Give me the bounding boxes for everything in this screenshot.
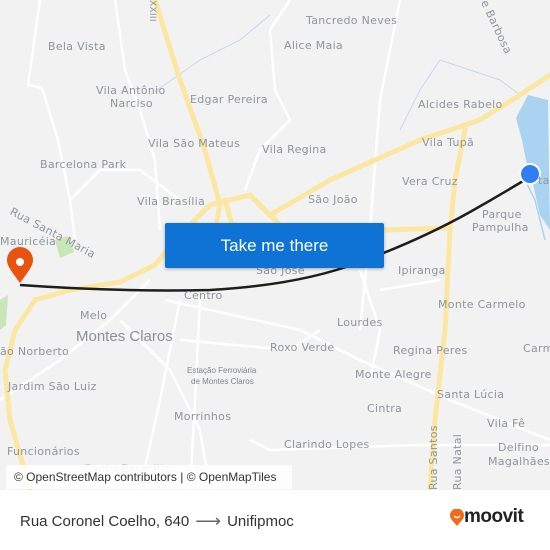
map-label-bela-vista: Bela Vista: [48, 40, 106, 53]
map-label-tancredo-neves: Tancredo Neves: [306, 14, 398, 27]
moovit-logo: moovit: [450, 506, 524, 528]
map-label-sao-joao: São João: [308, 193, 358, 206]
map-label-melo: Melo: [80, 309, 108, 322]
map-label-barcelona-park: Barcelona Park: [40, 158, 127, 171]
stream: [149, 14, 271, 96]
map-label-centro: Centro: [184, 289, 223, 302]
poi-station-line2: de Montes Claros: [191, 377, 254, 386]
map-label-vila-antonio: Vila Antônio: [96, 84, 166, 97]
map-label-santa-lucia: Santa Lúcia: [437, 388, 505, 401]
park: [0, 295, 8, 330]
map-label-roxo-verde: Roxo Verde: [270, 341, 335, 354]
stream: [399, 59, 521, 131]
map-label-vera-cruz: Vera Cruz: [402, 175, 458, 188]
map-label-sao-norberto: ão Norberto: [0, 345, 70, 358]
map-label-lourdes: Lourdes: [337, 316, 383, 329]
map-label-vila-regina: Vila Regina: [262, 143, 327, 156]
take-me-there-button[interactable]: Take me there: [165, 223, 384, 268]
map-label-vila-tupa: Vila Tupã: [422, 136, 475, 149]
map-label-city: Montes Claros: [76, 328, 173, 345]
destination-pin-icon[interactable]: [7, 247, 33, 283]
map-label-vila-sao-mateus: Vila São Mateus: [148, 137, 241, 150]
map-label-vila-brasilia: Vila Brasília: [137, 195, 205, 208]
origin-name: Rua Coronel Coelho, 640: [20, 513, 190, 530]
map-label-alcides-rabelo: Alcides Rabelo: [418, 98, 503, 111]
map-label-regina-peres: Regina Peres: [393, 344, 468, 357]
map-label-carm: Carm: [523, 342, 550, 355]
map-label-ta: ta: [538, 174, 550, 187]
map-label-narciso: Narciso: [110, 97, 153, 110]
attribution-text[interactable]: © OpenStreetMap contributors | © OpenMap…: [14, 470, 276, 484]
map-label-morrinhos: Morrinhos: [174, 410, 232, 423]
map-label-funcionarios: Funcionários: [7, 445, 80, 458]
map-label-pampulha: Pampulha: [472, 221, 529, 234]
map-label-cintra: Cintra: [367, 402, 403, 415]
map-label-ipiranga: Ipiranga: [398, 264, 446, 277]
street-label-rua-santos: Rua Santos: [427, 425, 440, 490]
map-label-delfino: Delfino: [498, 441, 540, 454]
poi-station-line1: Estação Ferroviária: [187, 366, 257, 375]
map-label-monte-carmelo: Monte Carmelo: [438, 298, 526, 311]
map-label-clarindo-lopes: Clarindo Lopes: [284, 438, 370, 451]
map-label-alice-maia: Alice Maia: [284, 39, 343, 52]
map-label-parque: Parque: [482, 208, 522, 221]
map[interactable]: Tancredo Neves Bela Vista Alice Maia Vil…: [0, 0, 550, 490]
map-label-monte-alegre: Monte Alegre: [355, 368, 432, 381]
map-label-jardim-sao-luiz: Jardim São Luiz: [8, 380, 97, 393]
street-label-xxiii: XXIII: [147, 0, 157, 22]
map-label-vila-fe: Vila Fê: [487, 417, 526, 430]
moovit-pin-icon: [450, 508, 464, 526]
destination-name: Unifipmoc: [227, 513, 294, 530]
street-label-rua-natal: Rua Natal: [451, 433, 464, 490]
moovit-wordmark: moovit: [464, 506, 524, 527]
route-summary: Rua Coronel Coelho, 640 ⟶ Unifipmoc: [20, 511, 294, 532]
map-attribution[interactable]: © OpenStreetMap contributors | © OpenMap…: [6, 465, 292, 489]
map-label-magalhaes: Magalhães: [488, 455, 550, 468]
map-label-edgar-pereira: Edgar Pereira: [190, 93, 268, 106]
arrow-right-icon: ⟶: [195, 511, 222, 531]
origin-marker[interactable]: [519, 163, 541, 185]
